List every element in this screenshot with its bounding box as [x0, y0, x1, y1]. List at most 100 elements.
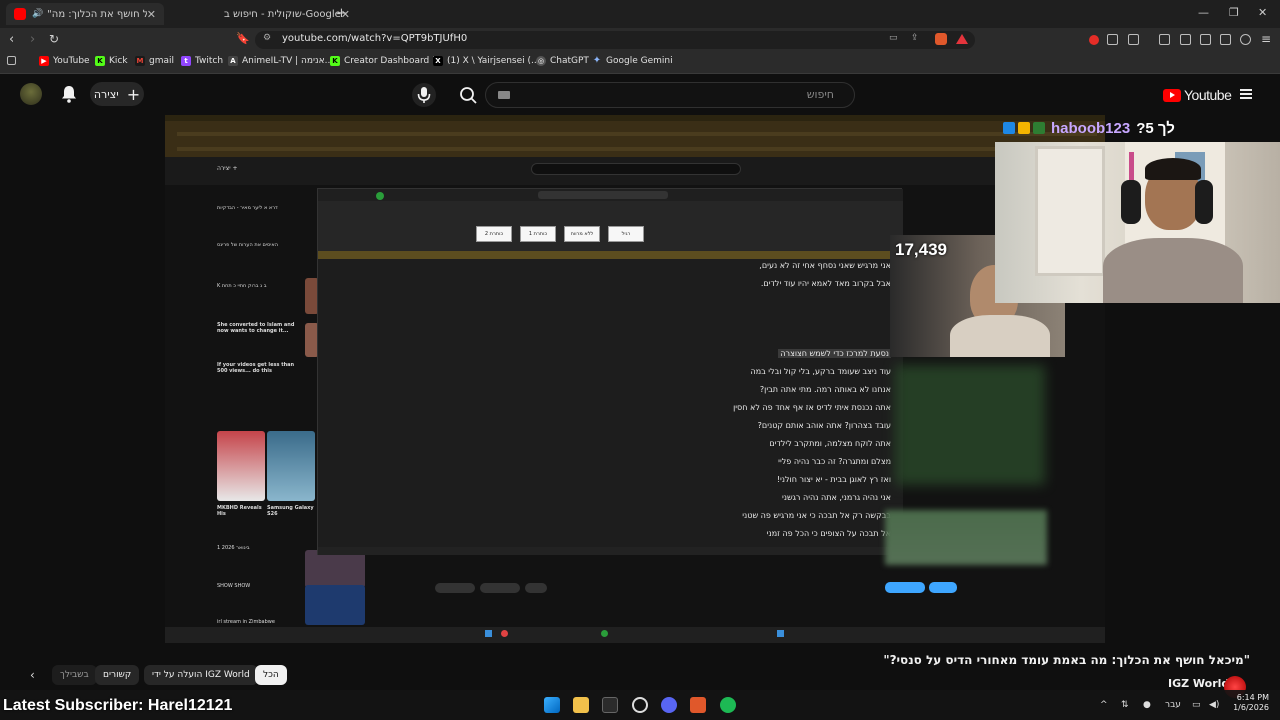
tray-mic-icon[interactable]: ●: [1143, 700, 1151, 710]
chip-for-you[interactable]: בשבילך: [52, 665, 97, 685]
restore-icon[interactable]: ❐: [1229, 6, 1239, 19]
leo-ai-icon[interactable]: [1220, 34, 1231, 45]
wifi-icon[interactable]: ▭: [1192, 700, 1201, 710]
bookmark-kick[interactable]: K Kick: [95, 56, 128, 66]
bookmark-icon[interactable]: 🔖: [236, 32, 250, 45]
lyric-line: אני מרגיש שאני נסחף אחי זה לא נעים,: [759, 261, 891, 270]
video-title: "מיכאל חושף את הכלוך: מה באמת עומד מאחור…: [883, 653, 1250, 667]
inner-thumbnail: [305, 585, 365, 625]
channel-name[interactable]: IGZ World: [1168, 677, 1229, 690]
inner-short-thumbnail: [267, 431, 315, 501]
apps-grid-icon[interactable]: [7, 56, 20, 65]
word-status-bar: [318, 547, 903, 555]
create-button[interactable]: יצירה +: [90, 82, 144, 106]
webcam-feed: [995, 142, 1280, 303]
clock-date: 1/6/2026: [1233, 703, 1269, 712]
back-icon[interactable]: ‹: [9, 32, 14, 47]
word-page: אני מרגיש שאני נסחף אחי זה לא נעים, אבל …: [318, 259, 903, 547]
obs-icon[interactable]: [632, 697, 648, 713]
youtube-favicon-icon: [14, 8, 26, 20]
discord-icon[interactable]: [661, 697, 677, 713]
chip-uploaded-by[interactable]: הועלה על ידי IGZ World: [144, 665, 258, 685]
bookmark-gmail[interactable]: Mgmail: [135, 56, 174, 66]
extension-icon[interactable]: [1107, 34, 1118, 45]
network-icon[interactable]: ⇅: [1121, 700, 1129, 710]
reload-icon[interactable]: ↻: [49, 32, 59, 46]
tab-youtube[interactable]: 🔊 "מיכאל חושף את הכלוך: מה" ✕: [6, 3, 164, 25]
new-tab-button[interactable]: +: [336, 6, 347, 21]
inner-video-item: She converted to Islam and now wants to …: [217, 322, 295, 334]
lyric-line: עוד ניצב שעומד ברקע, בלי קול ובלי במה: [750, 367, 891, 376]
bookmark-animeil[interactable]: A AnimeIL-TV | אנימה...: [228, 56, 333, 66]
guide-menu-icon[interactable]: [1240, 89, 1252, 99]
search-placeholder: חיפוש: [806, 88, 834, 101]
chips-prev-chevron-icon[interactable]: ‹: [30, 668, 35, 682]
voice-search-mic-icon[interactable]: [412, 83, 436, 107]
inner-chip: [929, 582, 957, 593]
search-input[interactable]: חיפוש: [485, 82, 855, 108]
wallet-icon[interactable]: [1200, 34, 1211, 45]
inner-video-item: דרא א ליער מאיר - הבדקיות: [217, 205, 278, 211]
subscriber-count: 17,439: [895, 240, 947, 259]
lyric-line: אל תבכה על הצופים כי הכל פה זמני: [766, 529, 891, 538]
bookmark-x[interactable]: X (1) X \ Yairjsensei (...: [433, 56, 540, 66]
vpn-icon[interactable]: [1240, 34, 1251, 45]
chat-overlay-message: haboob123 ?לך 5: [1003, 118, 1175, 138]
word-info-bar: [318, 251, 903, 259]
youtube-logo[interactable]: Youtube: [1163, 87, 1232, 103]
forward-icon[interactable]: ›: [30, 32, 35, 47]
youtube-play-icon: [1163, 88, 1181, 102]
extension-icon[interactable]: [1128, 34, 1139, 45]
tab-speaker-icon[interactable]: 🔊: [32, 9, 43, 19]
input-language[interactable]: עבר: [1165, 700, 1181, 710]
store-icon[interactable]: [602, 697, 618, 713]
chat-badge-icon: [1033, 122, 1045, 134]
start-menu-icon[interactable]: [544, 697, 560, 713]
chip-related[interactable]: קשורים: [95, 665, 140, 685]
lyric-line: אני נהיה גרמני, אתה נהיה רגשני: [781, 493, 891, 502]
brave-shield-icon[interactable]: [935, 33, 947, 45]
file-explorer-icon[interactable]: [573, 697, 589, 713]
plus-icon: +: [126, 84, 141, 104]
tray-chevron-icon[interactable]: ^: [1100, 700, 1108, 710]
window-close-icon[interactable]: ✕: [1258, 6, 1267, 19]
inner-youtube-header: יצירה +: [165, 157, 1105, 185]
site-info-icon[interactable]: ⚙: [263, 33, 271, 43]
share-icon[interactable]: ⇪: [911, 33, 919, 43]
menu-icon[interactable]: ≡: [1261, 32, 1271, 46]
latest-subscriber-overlay: Latest Subscriber: Harel12121: [3, 697, 233, 714]
youtube-logo-text: Youtube: [1184, 87, 1232, 103]
bookmark-creator-dashboard[interactable]: K Creator Dashboard |...: [330, 56, 444, 66]
close-tab-icon[interactable]: ✕: [147, 8, 156, 21]
system-clock[interactable]: 6:14 PM 1/6/2026: [1227, 693, 1269, 713]
cast-icon[interactable]: ▭: [889, 33, 898, 43]
inner-short-title: Samsung Galaxy S26: [267, 505, 314, 517]
bookmarks-bar: ▶ YouTube K Kick Mgmail t Twitch A AnimeIL-T…: [0, 52, 1280, 74]
search-icon[interactable]: [455, 83, 481, 107]
bookmark-youtube[interactable]: ▶ YouTube: [39, 56, 90, 66]
media-icon[interactable]: [1159, 34, 1170, 45]
brave-rewards-icon[interactable]: [956, 34, 968, 44]
chat-username: haboob123: [1051, 119, 1131, 137]
bookmark-twitch[interactable]: t Twitch: [181, 56, 223, 66]
bookmark-gemini[interactable]: ✦ Google Gemini: [592, 56, 673, 67]
account-avatar[interactable]: [20, 83, 42, 105]
sidebar-icon[interactable]: [1180, 34, 1191, 45]
create-label: יצירה: [93, 87, 119, 101]
address-bar[interactable]: ⚙ youtube.com/watch?v=QPT9bTJUfH0 ▭ ⇪: [255, 31, 975, 49]
keyboard-icon[interactable]: [498, 91, 510, 99]
tab-google-search[interactable]: שוקולית - חיפוש ב-Google ✕: [166, 3, 350, 25]
volume-icon[interactable]: ◀): [1209, 700, 1219, 710]
bookmark-chatgpt[interactable]: ◎ ChatGPT: [536, 56, 589, 66]
video-player[interactable]: יצירה + דרא א ליער מאיר - הבדקיות האיסים…: [165, 115, 1105, 643]
inner-short-thumbnail: [217, 431, 265, 501]
blurred-region: [895, 365, 1045, 485]
lyric-line: נסעת למרכז כדי לשמש חצוצרה: [778, 349, 891, 358]
youtube-header: יצירה + חיפוש Youtube: [0, 75, 1280, 115]
spotify-icon[interactable]: [720, 697, 736, 713]
minimize-icon[interactable]: —: [1198, 6, 1209, 19]
extension-record-icon[interactable]: [1089, 35, 1099, 45]
brave-browser-icon[interactable]: [690, 697, 706, 713]
notifications-bell-icon[interactable]: [61, 85, 77, 103]
chip-all[interactable]: הכל: [255, 665, 287, 685]
